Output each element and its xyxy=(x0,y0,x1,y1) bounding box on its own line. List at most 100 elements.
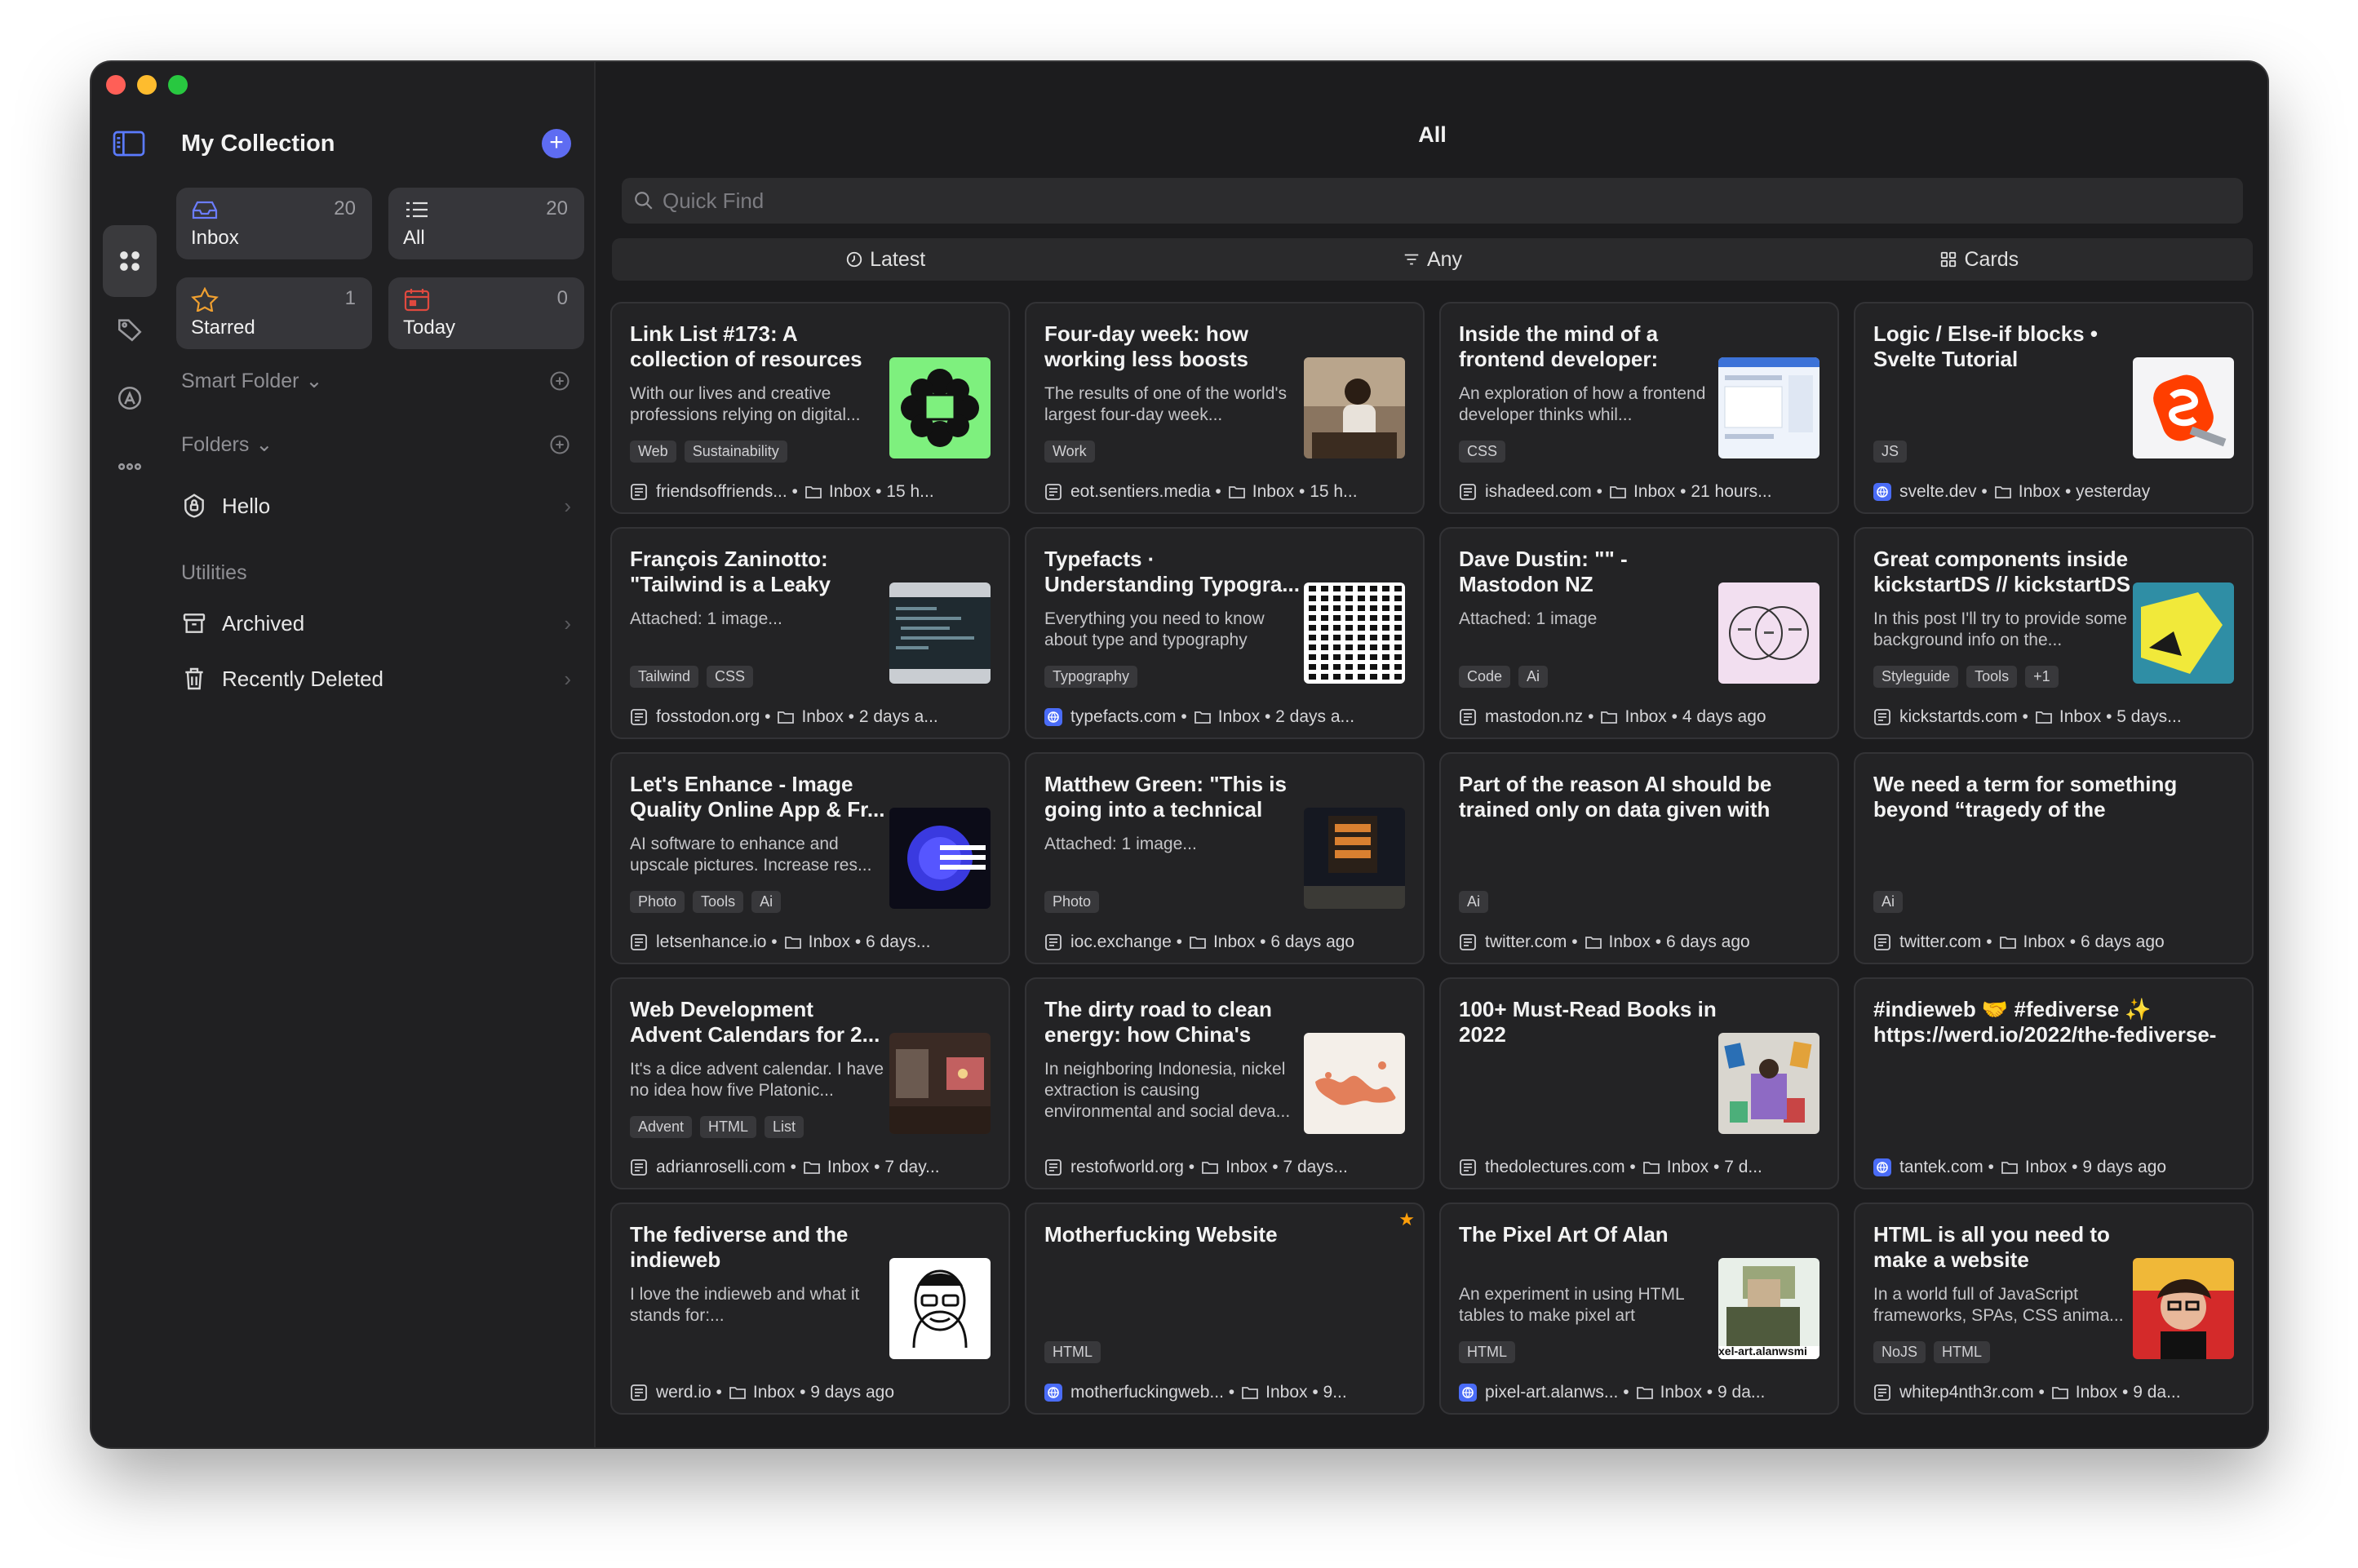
bookmark-card[interactable]: Web Development Advent Calendars for 2..… xyxy=(610,977,1010,1189)
tag-chip[interactable]: Advent xyxy=(630,1116,693,1138)
bookmark-card[interactable]: Part of the reason AI should be trained … xyxy=(1439,752,1839,964)
card-time: 6 days... xyxy=(866,932,931,951)
card-title: The dirty road to clean energy: how Chin… xyxy=(1044,997,1272,1047)
card-time: 9 days ago xyxy=(2082,1158,2167,1176)
folder-label: Hello xyxy=(222,493,271,518)
tag-list: Typography xyxy=(1044,666,1138,688)
tag-chip[interactable]: NoJS xyxy=(1873,1341,1926,1363)
tag-chip[interactable]: Ai xyxy=(1873,891,1904,913)
tag-chip[interactable]: Typography xyxy=(1044,666,1138,688)
zoom-window-button[interactable] xyxy=(168,75,188,95)
card-site: ioc.exchange xyxy=(1070,932,1172,951)
card-title: Typefacts · Understanding Typogra... xyxy=(1044,547,1300,596)
tag-chip[interactable]: JS xyxy=(1873,441,1908,463)
profile-rail-button[interactable] xyxy=(103,362,157,434)
add-folder-icon[interactable] xyxy=(548,433,571,456)
bookmark-card[interactable]: Let's Enhance - Image Quality Online App… xyxy=(610,752,1010,964)
tag-chip[interactable]: Ai xyxy=(1518,666,1549,688)
tag-chip[interactable]: CSS xyxy=(1459,441,1506,463)
separator: • xyxy=(1294,482,1310,501)
smart-folder-section[interactable]: Smart Folder ⌄ xyxy=(181,369,571,393)
tag-chip[interactable]: Tailwind xyxy=(630,666,699,688)
tag-chip[interactable]: HTML xyxy=(1044,1341,1101,1363)
card-title: We need a term for something beyond “tra… xyxy=(1873,772,2178,822)
utility-label: Recently Deleted xyxy=(222,666,383,691)
tag-chip[interactable]: +1 xyxy=(2025,666,2059,688)
utility-item-recently-deleted[interactable]: Recently Deleted › xyxy=(181,658,571,700)
bookmark-card[interactable]: We need a term for something beyond “tra… xyxy=(1854,752,2254,964)
tag-chip[interactable]: Tools xyxy=(693,891,744,913)
card-time: 15 h... xyxy=(1310,482,1358,501)
bookmark-card[interactable]: Logic / Else-if blocks • Svelte Tutorial… xyxy=(1854,302,2254,514)
tag-chip[interactable]: HTML xyxy=(1459,1341,1515,1363)
bookmark-card[interactable]: The fediverse and the indieweb I love the… xyxy=(610,1203,1010,1415)
tag-chip[interactable]: CSS xyxy=(707,666,754,688)
view-cards-button[interactable]: Cards xyxy=(1706,238,2253,281)
card-site: twitter.com xyxy=(1485,932,1567,951)
close-window-button[interactable] xyxy=(106,75,126,95)
bookmark-card[interactable]: Great components inside kickstartDS // k… xyxy=(1854,527,2254,739)
card-thumbnail xyxy=(2133,1258,2234,1359)
inbox-tile[interactable]: 20 Inbox xyxy=(176,188,372,259)
card-folder: Inbox xyxy=(801,707,844,726)
all-tile[interactable]: 20 All xyxy=(388,188,584,259)
card-folder: Inbox xyxy=(1633,482,1676,501)
tag-chip[interactable]: Photo xyxy=(1044,891,1100,913)
more-rail-button[interactable] xyxy=(103,431,157,503)
bookmark-card[interactable]: Motherfucking Website HTML ★ motherfuckingw… xyxy=(1025,1203,1425,1415)
folder-item-hello[interactable]: Hello › xyxy=(181,485,571,527)
tag-chip[interactable]: HTML xyxy=(1934,1341,1991,1363)
starred-tile[interactable]: 1 Starred xyxy=(176,277,372,349)
inbox-icon xyxy=(192,201,218,219)
today-tile[interactable]: 0 Today xyxy=(388,277,584,349)
page-title: All xyxy=(1418,122,1447,147)
bookmark-card[interactable]: #indieweb 🤝 #fediverse ✨ https://werd.io… xyxy=(1854,977,2254,1189)
bookmark-card[interactable]: The dirty road to clean energy: how Chin… xyxy=(1025,977,1425,1189)
tag-chip[interactable]: Styleguide xyxy=(1873,666,1959,688)
tag-list: Code Ai xyxy=(1459,666,1549,688)
search-input[interactable] xyxy=(663,188,2112,214)
card-thumbnail: xel-art.alanwsmi xyxy=(1718,1258,1819,1359)
sort-latest-button[interactable]: Latest xyxy=(612,238,1159,281)
sidebar-toggle-icon[interactable] xyxy=(113,131,145,157)
bookmark-card[interactable]: HTML is all you need to make a website In… xyxy=(1854,1203,2254,1415)
bookmark-card[interactable]: The Pixel Art Of Alan An experiment in us… xyxy=(1439,1203,1839,1415)
thumbnail-caption: xel-art.alanwsmi xyxy=(1718,1344,1807,1358)
folders-section[interactable]: Folders ⌄ xyxy=(181,432,571,457)
card-site: letsenhance.io xyxy=(656,932,767,951)
card-site: werd.io xyxy=(656,1383,711,1402)
card-thumbnail xyxy=(2133,357,2234,458)
card-footer: twitter.com • Inbox • 6 days ago xyxy=(1873,930,2237,955)
bookmark-card[interactable]: Link List #173: A collection of resource… xyxy=(610,302,1010,514)
bookmark-card[interactable]: François Zaninotto: "Tailwind is a Leaky… xyxy=(610,527,1010,739)
utility-item-archived[interactable]: Archived › xyxy=(181,602,571,644)
bookmark-card[interactable]: Dave Dustin: "" - Mastodon NZ Attached: 1… xyxy=(1439,527,1839,739)
tag-chip[interactable]: Sustainability xyxy=(684,441,787,463)
add-item-button[interactable]: + xyxy=(542,129,571,158)
collections-rail-button[interactable] xyxy=(103,225,157,297)
tag-chip[interactable]: Ai xyxy=(1459,891,1489,913)
minimize-window-button[interactable] xyxy=(137,75,157,95)
tag-chip[interactable]: Work xyxy=(1044,441,1095,463)
bookmark-card[interactable]: Inside the mind of a frontend developer:… xyxy=(1439,302,1839,514)
tag-chip[interactable]: List xyxy=(765,1116,804,1138)
add-smart-folder-icon[interactable] xyxy=(548,370,571,392)
card-time: 4 days ago xyxy=(1682,707,1766,726)
tag-chip[interactable]: Tools xyxy=(1966,666,2018,688)
search-bar[interactable] xyxy=(622,178,2243,224)
card-folder: Inbox xyxy=(2018,482,2061,501)
separator: • xyxy=(1267,1158,1283,1176)
bookmark-card[interactable]: Typefacts · Understanding Typogra... Ever… xyxy=(1025,527,1425,739)
tag-chip[interactable]: HTML xyxy=(700,1116,757,1138)
bookmark-card[interactable]: 100+ Must-Read Books in 2022 thedolecture… xyxy=(1439,977,1839,1189)
tags-rail-button[interactable] xyxy=(103,294,157,365)
tag-chip[interactable]: Photo xyxy=(630,891,685,913)
bookmark-card[interactable]: Four-day week: how working less boosts w… xyxy=(1025,302,1425,514)
tag-chip[interactable]: Ai xyxy=(751,891,782,913)
tag-chip[interactable]: Code xyxy=(1459,666,1511,688)
bookmark-card[interactable]: Matthew Green: "This is going into a tec… xyxy=(1025,752,1425,964)
card-footer: kickstartds.com • Inbox • 5 days... xyxy=(1873,705,2237,729)
filter-any-button[interactable]: Any xyxy=(1159,238,1705,281)
page-icon xyxy=(1874,709,1890,725)
tag-chip[interactable]: Web xyxy=(630,441,676,463)
